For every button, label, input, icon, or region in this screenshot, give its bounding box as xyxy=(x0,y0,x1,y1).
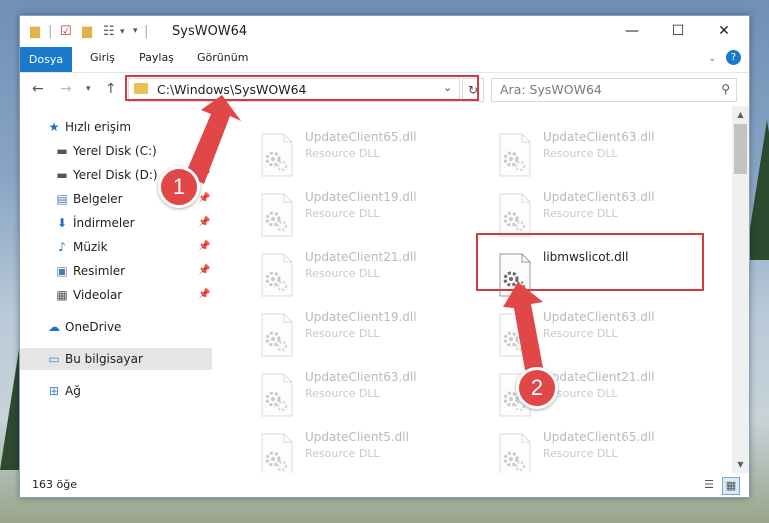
annotation-arrows xyxy=(185,95,544,373)
step-2-badge: 2 xyxy=(516,367,558,409)
arrow-to-file xyxy=(503,282,544,373)
arrow-to-address-bar xyxy=(185,95,241,184)
step-1-badge: 1 xyxy=(158,166,200,208)
